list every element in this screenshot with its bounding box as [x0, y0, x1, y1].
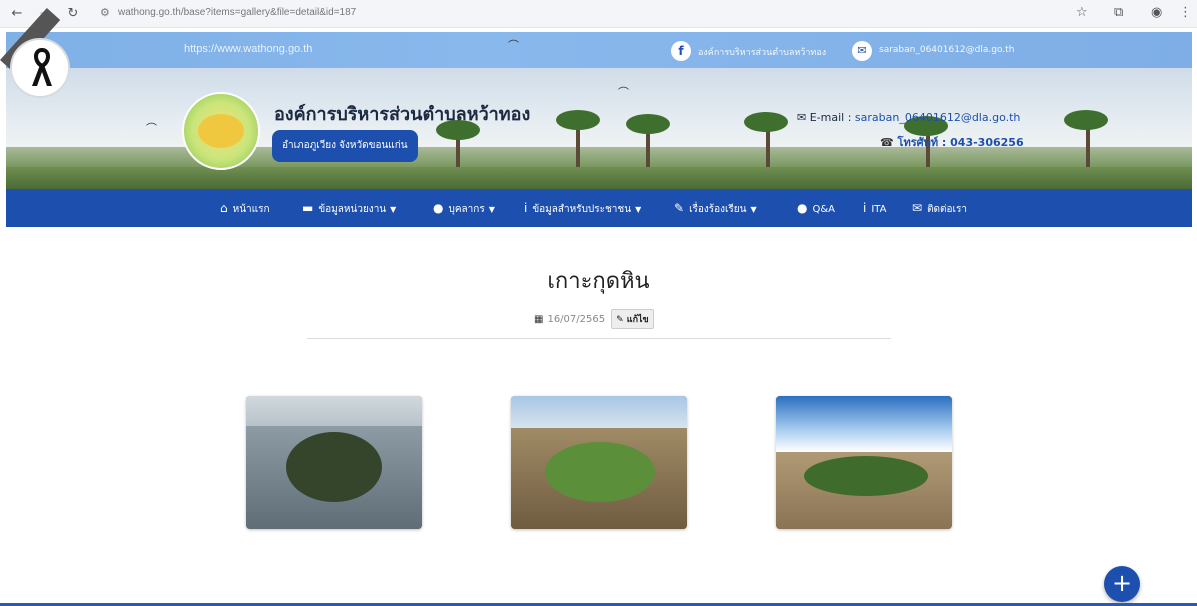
home-icon: ⌂	[220, 201, 228, 215]
photo-island	[545, 442, 655, 502]
gallery-photo[interactable]	[246, 396, 422, 529]
profile-icon[interactable]: ◉	[1151, 5, 1162, 20]
edit-button[interactable]: ✎ แก้ไข	[611, 309, 654, 329]
bird-icon: ⌒	[146, 122, 157, 135]
star-icon[interactable]: ☆	[1076, 5, 1088, 20]
address-bar[interactable]: wathong.go.th/base?items=gallery&file=de…	[118, 7, 356, 18]
menu-icon[interactable]: ⋮	[1179, 5, 1192, 20]
browser-toolbar: ← → ↻ ⚙ wathong.go.th/base?items=gallery…	[0, 0, 1197, 28]
mail-icon: ✉	[912, 201, 923, 215]
email-link[interactable]: saraban_06401612@dla.go.th	[879, 45, 1014, 55]
mourning-ribbon-badge	[10, 38, 70, 98]
contact-email: ✉ E-mail : saraban_06401612@dla.go.th	[797, 111, 1021, 124]
palm-tree	[744, 112, 788, 132]
mail-icon[interactable]: ✉	[852, 41, 872, 61]
facebook-icon[interactable]: f	[671, 41, 691, 61]
nav-item-complaints[interactable]: ✎ เรื่องร้องเรียน ▼	[674, 189, 757, 227]
folder-icon: ▬	[302, 201, 314, 215]
palm-tree	[626, 114, 670, 134]
photo-sky	[776, 396, 952, 452]
nav-item-qa[interactable]: ● Q&A	[797, 189, 835, 227]
user-icon: ●	[433, 201, 444, 215]
org-name: องค์การบริหารส่วนตำบลหว้าทอง	[274, 104, 531, 125]
bird-icon: ⌒	[508, 39, 519, 52]
contact-phone: ☎ โทรศัพท์ : 043-306256	[880, 136, 1024, 149]
post-date: 16/07/2565	[547, 314, 606, 325]
chat-icon: ●	[797, 201, 808, 215]
bird-icon: ⌒	[618, 86, 629, 99]
facebook-link[interactable]: องค์การบริหารส่วนตำบลหว้าทอง	[698, 45, 826, 59]
phone-value: 043-306256	[950, 136, 1024, 149]
top-info-bar: https://www.wathong.go.th f องค์การบริหา…	[6, 32, 1192, 68]
extensions-icon[interactable]: ⧉	[1114, 5, 1123, 20]
phone-icon: ☎	[880, 136, 898, 149]
post-meta: ▦ 16/07/2565 ✎ แก้ไข	[534, 309, 654, 329]
gallery-photo[interactable]	[776, 396, 952, 529]
edit-icon: ✎	[616, 315, 627, 325]
caret-down-icon: ▼	[750, 205, 757, 214]
palm-tree	[556, 110, 600, 130]
page-title: เกาะกุดหิน	[547, 269, 650, 294]
photo-island	[286, 432, 382, 502]
org-logo[interactable]	[182, 92, 260, 170]
nav-item-home[interactable]: ⌂ หน้าแรก	[220, 189, 270, 227]
gallery-photo[interactable]	[511, 396, 687, 529]
nav-item-public-info[interactable]: i ข้อมูลสำหรับประชาชน ▼	[524, 189, 641, 227]
nav-item-contact[interactable]: ✉ ติดต่อเรา	[912, 189, 967, 227]
logo-emblem	[198, 114, 244, 148]
nav-item-personnel[interactable]: ● บุคลากร ▼	[433, 189, 495, 227]
caret-down-icon: ▼	[635, 205, 642, 214]
reload-icon[interactable]: ↻	[64, 5, 82, 23]
banner-foreground	[6, 167, 1192, 189]
ribbon-icon	[32, 48, 52, 86]
site-info-icon[interactable]: ⚙	[100, 6, 110, 19]
district-badge: อำเภอภูเวียง จังหวัดขอนแก่น	[272, 130, 418, 162]
user-edit-icon: ✎	[674, 201, 685, 215]
add-button[interactable]: +	[1104, 566, 1140, 602]
arrow-left-icon[interactable]: ←	[8, 5, 26, 23]
calendar-icon: ▦	[534, 314, 544, 325]
main-navbar: ⌂ หน้าแรก ▬ ข้อมูลหน่วยงาน ▼ ● บุคลากร ▼ i ข้อ…	[6, 189, 1192, 227]
photo-sky	[511, 396, 687, 428]
photo-island	[804, 456, 928, 496]
caret-down-icon: ▼	[488, 205, 495, 214]
email-value[interactable]: saraban_06401612@dla.go.th	[855, 111, 1021, 124]
content-divider	[307, 338, 891, 339]
envelope-icon: ✉	[797, 111, 810, 124]
info-icon: i	[863, 201, 867, 215]
nav-item-ita[interactable]: i ITA	[863, 189, 886, 227]
nav-item-agency-info[interactable]: ▬ ข้อมูลหน่วยงาน ▼	[302, 189, 396, 227]
palm-tree	[1064, 110, 1108, 130]
info-icon: i	[524, 201, 528, 215]
caret-down-icon: ▼	[390, 205, 397, 214]
photo-sky	[246, 396, 422, 426]
site-url-link[interactable]: https://www.wathong.go.th	[184, 43, 312, 55]
